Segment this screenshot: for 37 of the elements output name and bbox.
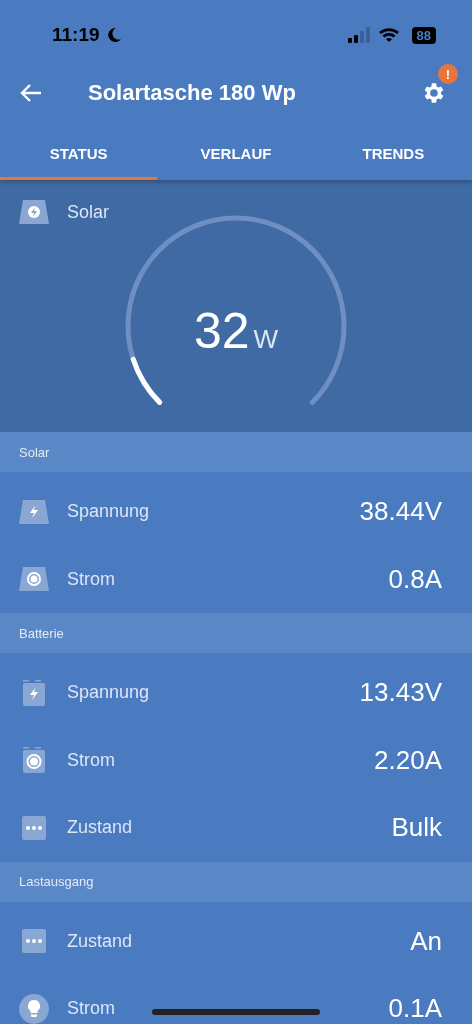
dots-icon <box>19 814 49 841</box>
row-value: 0.1A <box>388 993 442 1024</box>
tab[interactable]: VERLAUF <box>157 126 315 180</box>
back-arrow-icon <box>20 83 42 103</box>
alert-badge: ! <box>438 64 458 84</box>
row-value: 13.43V <box>359 677 442 709</box>
gauge-fill <box>130 356 163 405</box>
row-value: 0.8A <box>388 563 442 595</box>
row-value: An <box>410 925 442 957</box>
row-value: 38.44V <box>359 496 442 528</box>
row-label: Strom <box>67 749 115 771</box>
row-label: Strom <box>67 998 115 1020</box>
row-value: 2.20A <box>374 744 442 776</box>
page-title: Solartasche 180 Wp <box>88 80 296 106</box>
power-value: 32 <box>193 302 250 360</box>
row-label: Spannung <box>67 501 150 523</box>
battery-indicator: 88 <box>411 26 436 44</box>
row-label: Spannung <box>67 682 150 704</box>
row-label: Zustand <box>67 817 133 839</box>
section-header: Lastausgang <box>0 861 472 902</box>
tab[interactable]: TRENDS <box>314 126 472 180</box>
panel-bolt-icon <box>19 499 49 524</box>
bulb-icon <box>19 993 49 1024</box>
power-unit: W <box>253 324 279 355</box>
section-header: Batterie <box>0 613 472 653</box>
row-label: Strom <box>67 568 115 590</box>
panel-bolt-icon <box>19 200 49 224</box>
gauge-label: Solar <box>67 201 110 223</box>
moon-icon <box>105 27 122 43</box>
dots-icon <box>19 928 49 955</box>
row-label: Zustand <box>67 930 133 952</box>
clock-time: 11:19 <box>52 24 100 46</box>
wifi-icon <box>377 27 400 43</box>
section-header: Solar <box>0 432 472 472</box>
row-value: Bulk <box>391 812 442 844</box>
signal-icon <box>347 27 372 43</box>
panel-ring-icon <box>19 567 49 592</box>
